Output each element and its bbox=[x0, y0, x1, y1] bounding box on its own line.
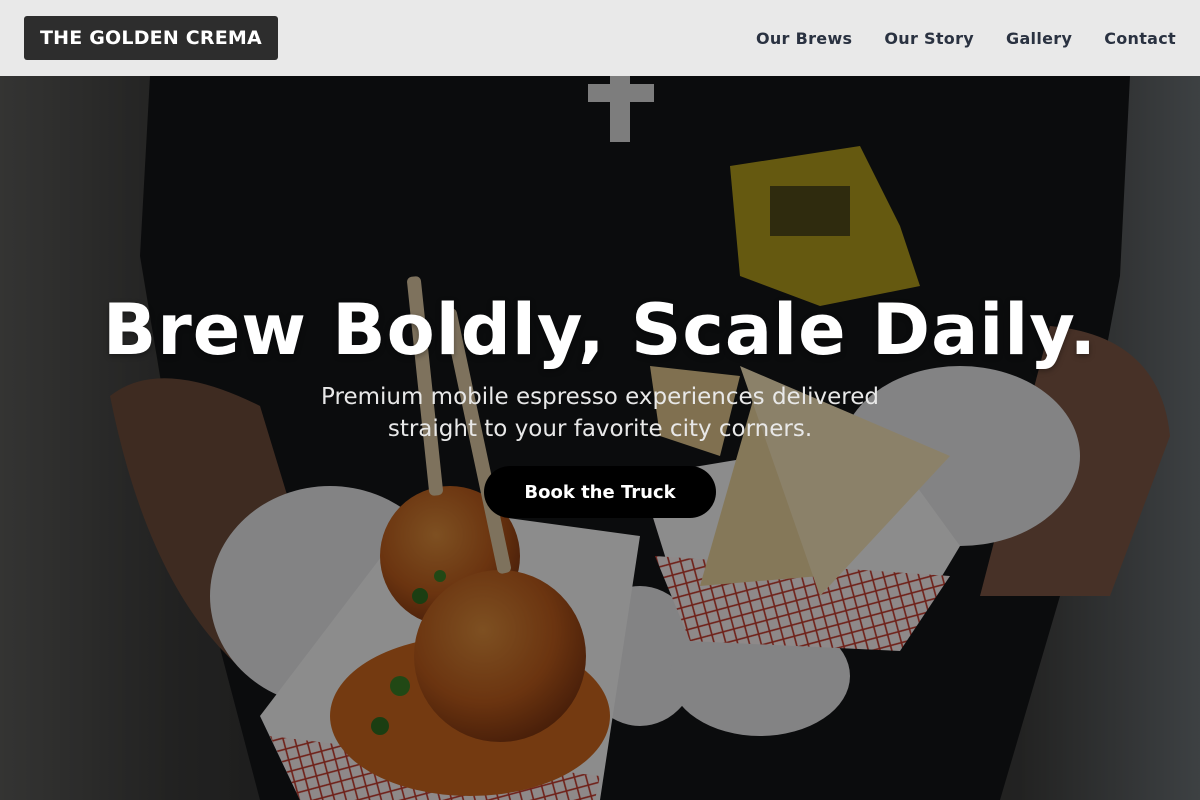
hero-section: Brew Boldly, Scale Daily. Premium mobile… bbox=[0, 76, 1200, 800]
site-header: THE GOLDEN CREMA Our Brews Our Story Gal… bbox=[0, 0, 1200, 76]
nav-link-contact[interactable]: Contact bbox=[1104, 29, 1176, 48]
main-nav: Our Brews Our Story Gallery Contact bbox=[756, 0, 1176, 76]
hero-subtitle: Premium mobile espresso experiences deli… bbox=[321, 384, 879, 442]
nav-link-our-story[interactable]: Our Story bbox=[884, 29, 974, 48]
hero-title: Brew Boldly, Scale Daily. bbox=[102, 289, 1098, 371]
site-logo[interactable]: THE GOLDEN CREMA bbox=[24, 16, 278, 60]
nav-link-gallery[interactable]: Gallery bbox=[1006, 29, 1072, 48]
book-truck-button[interactable]: Book the Truck bbox=[484, 466, 716, 518]
nav-link-our-brews[interactable]: Our Brews bbox=[756, 29, 852, 48]
